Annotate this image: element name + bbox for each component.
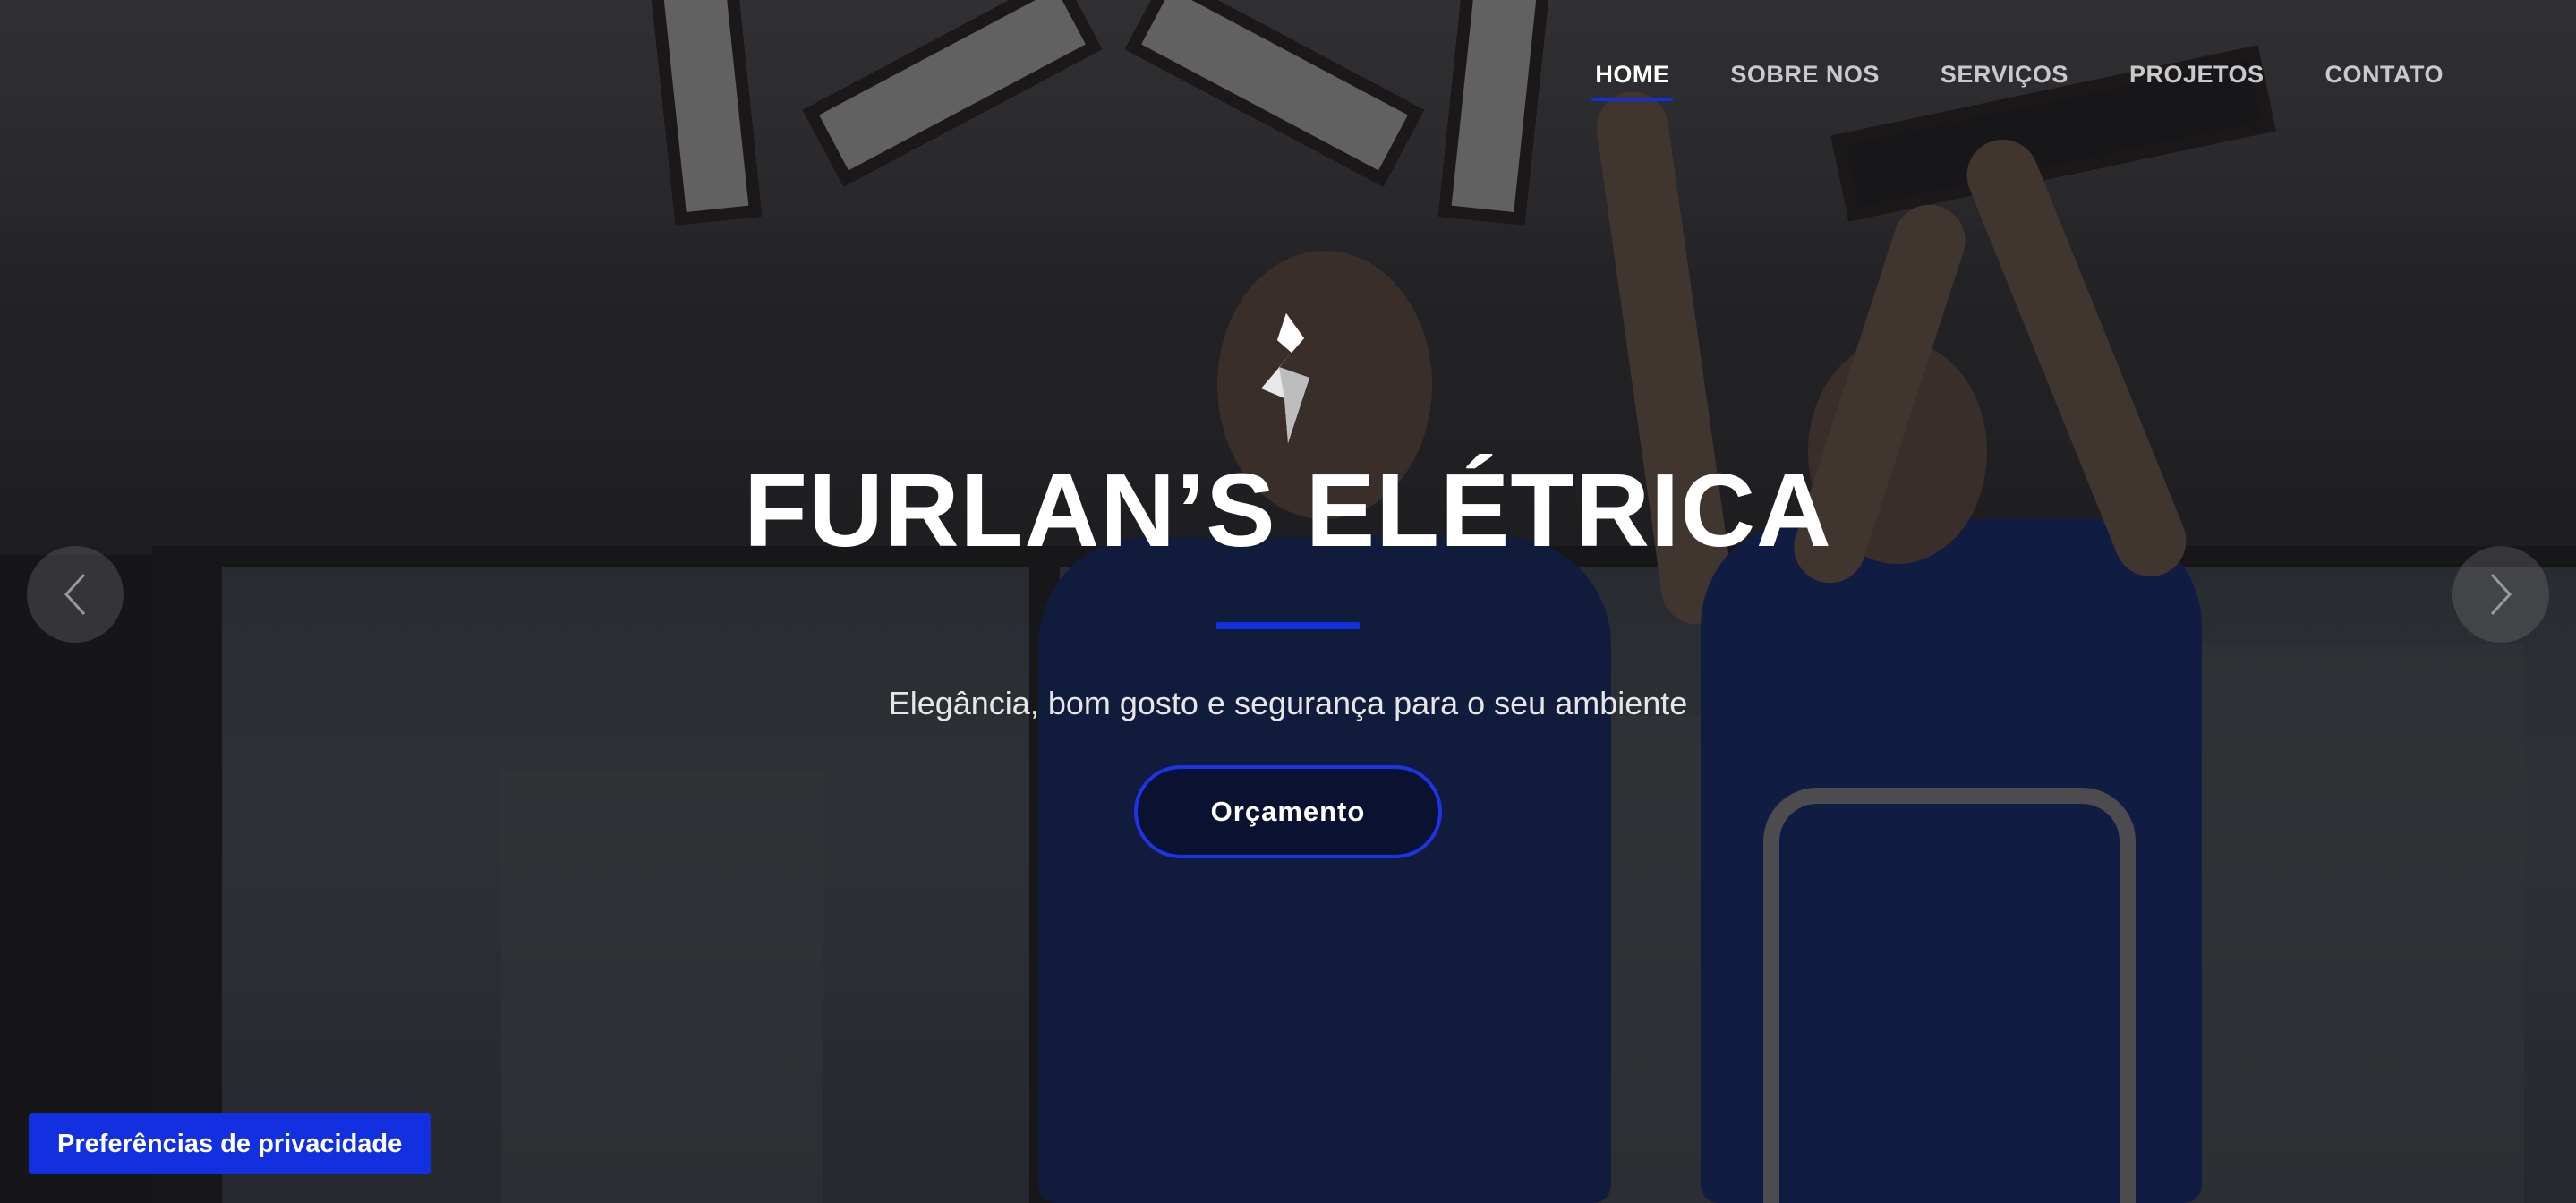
title-divider bbox=[1216, 621, 1360, 629]
carousel-prev-button[interactable] bbox=[27, 546, 124, 643]
hero-title: FURLAN’S ELÉTRICA bbox=[744, 452, 1832, 568]
carousel-next-button[interactable] bbox=[2452, 546, 2549, 643]
privacy-preferences-button[interactable]: Preferências de privacidade bbox=[29, 1113, 431, 1174]
orcamento-button[interactable]: Orçamento bbox=[1134, 764, 1442, 858]
hero-section: HOME SOBRE NOS SERVIÇOS PROJETOS CONTATO… bbox=[0, 0, 2576, 1203]
nav-item-contato[interactable]: CONTATO bbox=[2325, 61, 2444, 101]
nav-item-servicos[interactable]: SERVIÇOS bbox=[1941, 61, 2068, 101]
chevron-left-icon bbox=[64, 573, 86, 616]
nav-item-home[interactable]: HOME bbox=[1591, 61, 1674, 101]
chevron-right-icon bbox=[2490, 573, 2512, 616]
nav-item-projetos[interactable]: PROJETOS bbox=[2129, 61, 2265, 101]
lightning-bolt-icon bbox=[1261, 313, 1309, 443]
hero-subtitle: Elegância, bom gosto e segurança para o … bbox=[888, 684, 1688, 721]
main-nav: HOME SOBRE NOS SERVIÇOS PROJETOS CONTATO bbox=[1591, 61, 2444, 101]
nav-item-sobre-nos[interactable]: SOBRE NOS bbox=[1730, 61, 1880, 101]
hero-content: FURLAN’S ELÉTRICA Elegância, bom gosto e… bbox=[0, 313, 2576, 858]
